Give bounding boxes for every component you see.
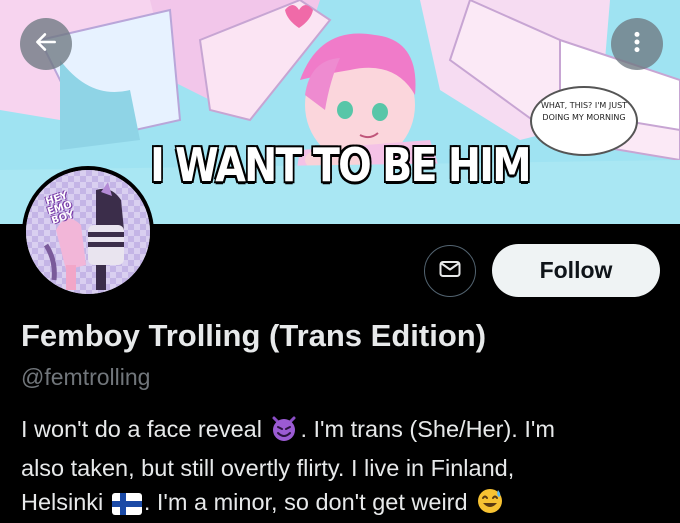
user-handle: @femtrolling: [21, 364, 151, 390]
bio-text: also taken, but still overtly flirty. I …: [21, 455, 515, 481]
profile-avatar[interactable]: HEY EMO BOY: [22, 166, 154, 298]
bio-text: Helsinki: [21, 489, 104, 515]
display-name: Femboy Trolling (Trans Edition): [21, 318, 487, 353]
profile-bio: I won't do a face reveal . I'm trans (Sh…: [21, 412, 666, 523]
smiling-devil-emoji: [270, 414, 298, 451]
bio-text: I won't do a face reveal: [21, 416, 262, 442]
grinning-sweat-emoji: [476, 487, 504, 523]
follow-button[interactable]: Follow: [492, 244, 660, 297]
envelope-icon: [438, 257, 462, 286]
bio-text: . I'm trans (She/Her). I'm: [300, 416, 555, 442]
arrow-left-icon: [33, 29, 59, 60]
finland-flag-emoji: [111, 490, 142, 523]
banner-caption: I WANT TO BE HIM: [150, 138, 532, 192]
more-vertical-icon: [624, 29, 650, 60]
avatar-illustration: [26, 170, 150, 294]
back-button[interactable]: [20, 18, 72, 70]
bio-text: . I'm a minor, so don't get weird: [143, 489, 468, 515]
more-options-button[interactable]: [611, 18, 663, 70]
message-button[interactable]: [424, 245, 476, 297]
